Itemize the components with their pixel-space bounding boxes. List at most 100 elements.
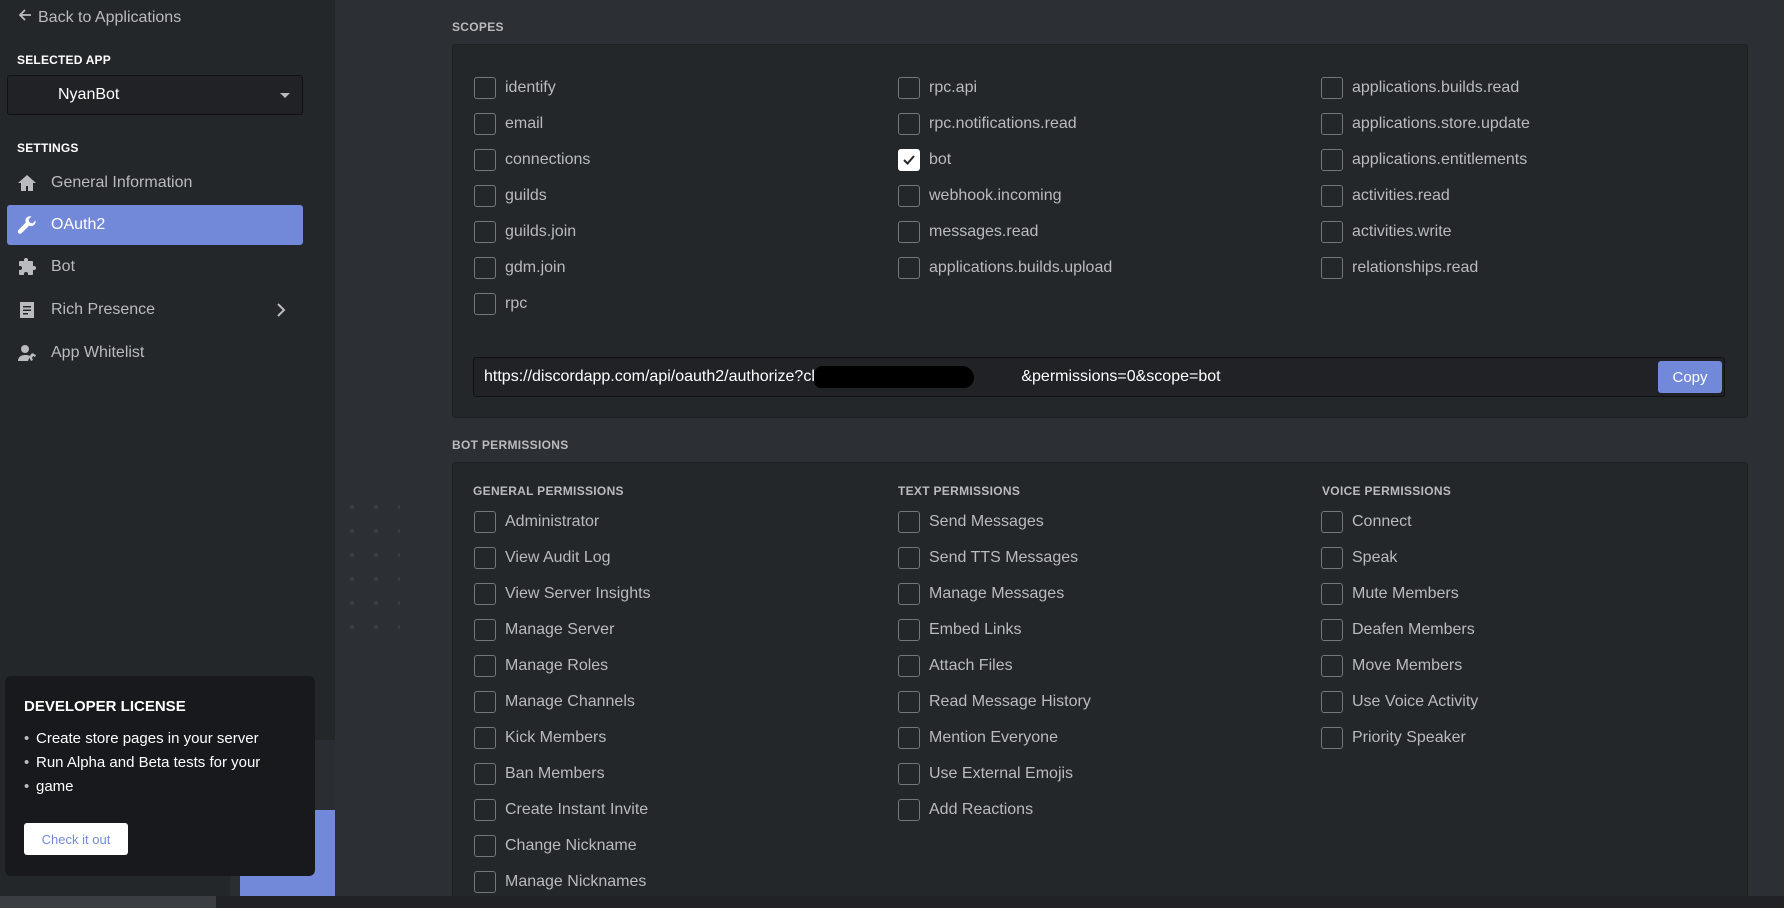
checkbox-box[interactable]	[474, 835, 496, 857]
checkbox-box[interactable]	[474, 77, 496, 99]
sidebar-item-rich-presence[interactable]: Rich Presence	[7, 290, 303, 330]
checkbox-box[interactable]	[898, 691, 920, 713]
checkbox-box[interactable]	[474, 763, 496, 785]
checkbox-administrator[interactable]: Administrator	[474, 511, 599, 533]
checkbox-mute-members[interactable]: Mute Members	[1321, 583, 1459, 605]
checkbox-box[interactable]	[474, 149, 496, 171]
checkbox-identify[interactable]: identify	[474, 77, 556, 99]
checkbox-box[interactable]	[474, 113, 496, 135]
checkbox-mention-everyone[interactable]: Mention Everyone	[898, 727, 1058, 749]
checkbox-box[interactable]	[474, 293, 496, 315]
app-selector-dropdown[interactable]: NyanBot	[7, 75, 303, 115]
checkbox-box[interactable]	[474, 547, 496, 569]
checkbox-use-external-emojis[interactable]: Use External Emojis	[898, 763, 1073, 785]
checkbox-box[interactable]	[474, 619, 496, 641]
checkbox-deafen-members[interactable]: Deafen Members	[1321, 619, 1475, 641]
checkbox-box[interactable]	[474, 583, 496, 605]
oauth-url-field[interactable]: https://discordapp.com/api/oauth2/author…	[473, 357, 1725, 397]
checkbox-send-tts-messages[interactable]: Send TTS Messages	[898, 547, 1078, 569]
checkbox-box[interactable]	[474, 655, 496, 677]
checkbox-box[interactable]	[474, 691, 496, 713]
checkbox-manage-channels[interactable]: Manage Channels	[474, 691, 635, 713]
checkbox-box[interactable]	[898, 655, 920, 677]
checkbox-gdm-join[interactable]: gdm.join	[474, 257, 565, 279]
checkbox-send-messages[interactable]: Send Messages	[898, 511, 1044, 533]
checkbox-attach-files[interactable]: Attach Files	[898, 655, 1013, 677]
checkbox-manage-roles[interactable]: Manage Roles	[474, 655, 608, 677]
checkbox-view-audit-log[interactable]: View Audit Log	[474, 547, 611, 569]
back-to-applications-link[interactable]: Back to Applications	[18, 8, 181, 27]
checkbox-box[interactable]	[898, 547, 920, 569]
checkbox-kick-members[interactable]: Kick Members	[474, 727, 606, 749]
checkbox-box[interactable]	[1321, 221, 1343, 243]
checkbox-box[interactable]	[898, 799, 920, 821]
checkbox-applications-builds-upload[interactable]: applications.builds.upload	[898, 257, 1112, 279]
checkbox-box[interactable]	[474, 257, 496, 279]
sidebar-item-oauth2[interactable]: OAuth2	[7, 205, 303, 245]
checkbox-box[interactable]	[1321, 655, 1343, 677]
checkbox-read-message-history[interactable]: Read Message History	[898, 691, 1091, 713]
checkbox-guilds-join[interactable]: guilds.join	[474, 221, 576, 243]
sidebar-item-app-whitelist[interactable]: App Whitelist	[7, 333, 303, 373]
checkbox-box[interactable]	[898, 185, 920, 207]
checkbox-relationships-read[interactable]: relationships.read	[1321, 257, 1478, 279]
checkbox-box[interactable]	[1321, 149, 1343, 171]
copy-button[interactable]: Copy	[1658, 361, 1722, 393]
checkbox-priority-speaker[interactable]: Priority Speaker	[1321, 727, 1466, 749]
checkbox-add-reactions[interactable]: Add Reactions	[898, 799, 1033, 821]
sidebar-item-general-information[interactable]: General Information	[7, 163, 303, 203]
checkbox-box[interactable]	[474, 799, 496, 821]
checkbox-box[interactable]	[474, 727, 496, 749]
checkbox-rpc-notifications-read[interactable]: rpc.notifications.read	[898, 113, 1077, 135]
checkbox-box[interactable]	[1321, 619, 1343, 641]
check-it-out-button[interactable]: Check it out	[24, 823, 128, 855]
checkbox-box[interactable]	[1321, 727, 1343, 749]
checkbox-box[interactable]	[898, 619, 920, 641]
checkbox-bot[interactable]: bot	[898, 149, 951, 171]
checkbox-manage-messages[interactable]: Manage Messages	[898, 583, 1064, 605]
checkbox-box[interactable]	[898, 257, 920, 279]
checkbox-email[interactable]: email	[474, 113, 543, 135]
checkbox-connections[interactable]: connections	[474, 149, 590, 171]
checkbox-box[interactable]	[898, 727, 920, 749]
checkbox-embed-links[interactable]: Embed Links	[898, 619, 1022, 641]
checkbox-box[interactable]	[474, 185, 496, 207]
checkbox-change-nickname[interactable]: Change Nickname	[474, 835, 637, 857]
checkbox-connect[interactable]: Connect	[1321, 511, 1412, 533]
horizontal-scrollbar[interactable]	[0, 896, 1784, 908]
checkbox-box[interactable]	[898, 221, 920, 243]
checkbox-applications-builds-read[interactable]: applications.builds.read	[1321, 77, 1519, 99]
checkbox-rpc[interactable]: rpc	[474, 293, 527, 315]
checkbox-use-voice-activity[interactable]: Use Voice Activity	[1321, 691, 1478, 713]
checkbox-box[interactable]	[1321, 691, 1343, 713]
checkbox-box[interactable]	[474, 511, 496, 533]
checkbox-box[interactable]	[898, 113, 920, 135]
checkbox-box[interactable]	[1321, 583, 1343, 605]
checkbox-move-members[interactable]: Move Members	[1321, 655, 1462, 677]
checkbox-box[interactable]	[1321, 113, 1343, 135]
checkbox-webhook-incoming[interactable]: webhook.incoming	[898, 185, 1062, 207]
checkbox-box[interactable]	[898, 763, 920, 785]
checkbox-box[interactable]	[1321, 77, 1343, 99]
checkbox-create-instant-invite[interactable]: Create Instant Invite	[474, 799, 648, 821]
checkbox-activities-read[interactable]: activities.read	[1321, 185, 1450, 207]
checkbox-box[interactable]	[474, 871, 496, 893]
checkbox-view-server-insights[interactable]: View Server Insights	[474, 583, 651, 605]
checkbox-box[interactable]	[1321, 257, 1343, 279]
checkbox-ban-members[interactable]: Ban Members	[474, 763, 605, 785]
checkbox-box[interactable]	[474, 221, 496, 243]
checkbox-manage-server[interactable]: Manage Server	[474, 619, 614, 641]
checkbox-applications-entitlements[interactable]: applications.entitlements	[1321, 149, 1527, 171]
checkbox-speak[interactable]: Speak	[1321, 547, 1397, 569]
checkbox-box[interactable]	[898, 511, 920, 533]
sidebar-item-bot[interactable]: Bot	[7, 247, 303, 287]
checkbox-box[interactable]	[1321, 185, 1343, 207]
checkbox-guilds[interactable]: guilds	[474, 185, 547, 207]
checkbox-box[interactable]	[898, 77, 920, 99]
checkbox-applications-store-update[interactable]: applications.store.update	[1321, 113, 1530, 135]
checkbox-checked[interactable]	[898, 149, 920, 171]
checkbox-manage-nicknames[interactable]: Manage Nicknames	[474, 871, 646, 893]
checkbox-messages-read[interactable]: messages.read	[898, 221, 1038, 243]
checkbox-box[interactable]	[1321, 511, 1343, 533]
checkbox-box[interactable]	[1321, 547, 1343, 569]
